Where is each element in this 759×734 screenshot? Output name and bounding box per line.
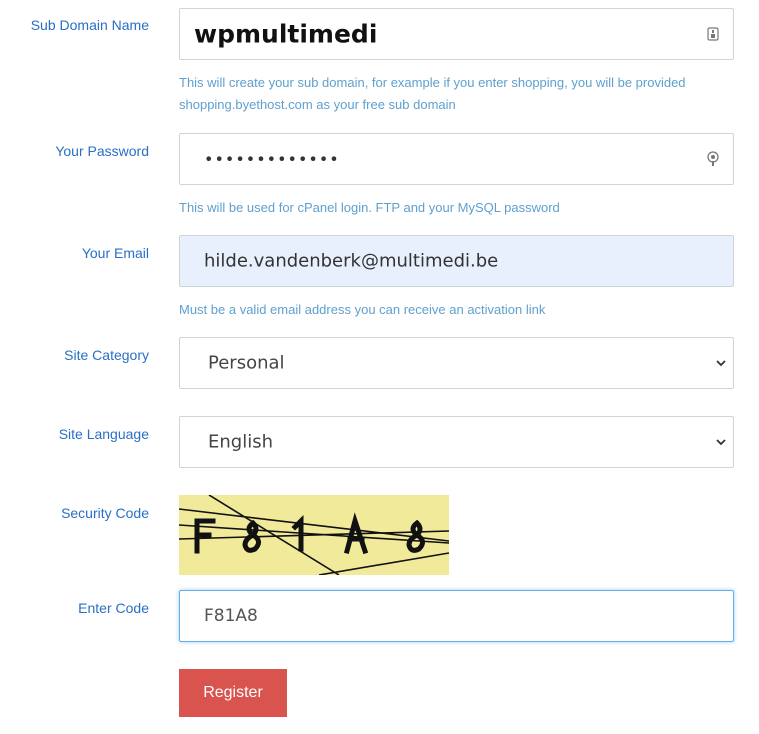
password-input[interactable]: ••••••••••••• (179, 133, 734, 185)
key-icon[interactable] (706, 151, 720, 167)
subdomain-label: Sub Domain Name (30, 17, 149, 33)
password-label: Your Password (55, 143, 149, 159)
category-label: Site Category (64, 347, 149, 363)
chevron-down-icon (716, 360, 726, 367)
subdomain-input[interactable]: wpmultimedi (179, 8, 734, 60)
category-select[interactable]: Personal (179, 337, 734, 389)
captcha-image (179, 495, 449, 575)
password-value: ••••••••••••• (204, 149, 340, 169)
security-label: Security Code (61, 505, 149, 521)
language-label: Site Language (58, 426, 149, 442)
password-help: This will be used for cPanel login. FTP … (179, 200, 560, 215)
language-selected: English (208, 431, 273, 453)
email-field[interactable]: hilde.vandenberk@multimedi.be (179, 235, 734, 287)
email-help: Must be a valid email address you can re… (179, 302, 546, 317)
subdomain-help: This will create your sub domain, for ex… (179, 75, 686, 112)
enter-code-label: Enter Code (78, 600, 149, 616)
form-fill-icon[interactable] (707, 27, 719, 41)
chevron-down-icon (716, 439, 726, 446)
register-button[interactable]: Register (179, 669, 287, 717)
category-selected: Personal (208, 352, 285, 374)
email-label: Your Email (81, 245, 149, 261)
enter-code-value: F81A8 (204, 606, 258, 626)
email-value: hilde.vandenberk@multimedi.be (204, 250, 499, 272)
enter-code-input[interactable]: F81A8 (179, 590, 734, 642)
subdomain-value: wpmultimedi (194, 19, 378, 49)
language-select[interactable]: English (179, 416, 734, 468)
